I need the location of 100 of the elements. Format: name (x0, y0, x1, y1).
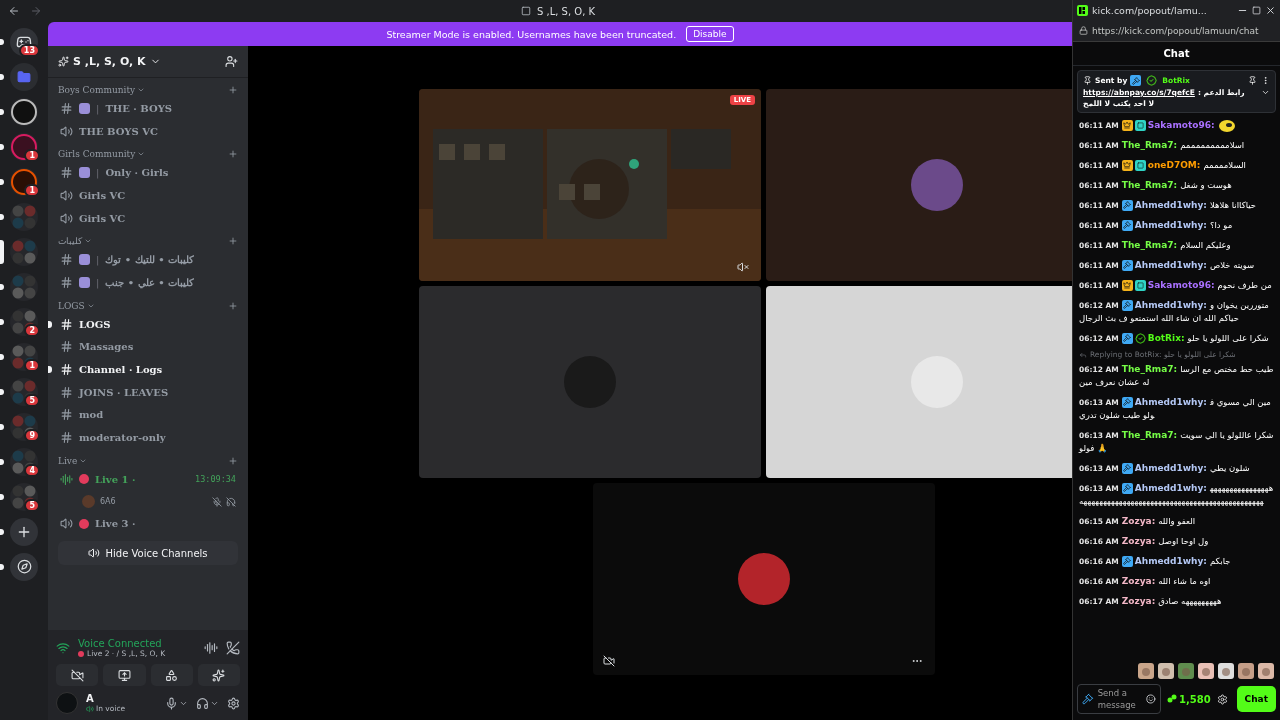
emoji-icon (79, 254, 90, 266)
disable-button[interactable]: Disable (686, 26, 734, 42)
hash-icon (60, 340, 73, 354)
channel-item[interactable]: THE BOYS VC (54, 119, 242, 143)
moderator-badge-icon (1121, 482, 1133, 494)
server-button[interactable] (10, 307, 38, 336)
headphones-icon (196, 696, 209, 710)
voice-channel[interactable]: Live 3 · (54, 512, 242, 536)
add-channel-icon[interactable] (228, 236, 238, 247)
channel-item[interactable]: Girls VC (54, 206, 242, 230)
channel-item[interactable]: | Only · Girls (54, 161, 242, 185)
category-name[interactable]: كليبات (58, 236, 92, 247)
maximize-button[interactable] (1252, 5, 1261, 15)
activities-button[interactable] (150, 664, 193, 686)
hide-voice-channels-button[interactable]: Hide Voice Channels (58, 541, 238, 566)
channel-item[interactable]: | THE · BOYS (54, 97, 242, 120)
category-name[interactable]: LOGS (58, 300, 95, 311)
channel-item[interactable]: Channel · Logs (54, 358, 242, 381)
microphone-icon (165, 696, 178, 710)
points-count: 1,580 (1179, 693, 1211, 705)
more-button[interactable] (1261, 76, 1270, 85)
speaking-icon (60, 472, 73, 486)
unread-badge: 5 (24, 499, 40, 512)
server-button[interactable] (10, 377, 38, 406)
settings-button[interactable] (1216, 693, 1228, 705)
chat-send-button[interactable]: Chat (1236, 686, 1276, 712)
og-badge-icon (1134, 119, 1146, 131)
server-button[interactable] (10, 167, 38, 196)
hash-icon (60, 363, 73, 377)
microphone-button[interactable] (165, 696, 188, 710)
server-button[interactable] (10, 97, 38, 126)
channel-item[interactable]: mod (54, 403, 242, 427)
speaker-icon (60, 124, 73, 138)
server-button[interactable] (10, 412, 38, 441)
signal-icon (56, 641, 70, 655)
server-button[interactable] (10, 552, 38, 581)
moderator-badge-icon (1082, 693, 1094, 705)
message-field[interactable]: Send a message (1097, 685, 1143, 713)
kick-logo-icon (1077, 4, 1088, 16)
camera-off-icon (602, 655, 615, 667)
member-name[interactable]: 6A6 (100, 497, 116, 507)
message-composer[interactable]: Send a message (1077, 684, 1161, 714)
server-button[interactable] (10, 132, 38, 161)
hash-icon (60, 101, 73, 115)
channel-item[interactable]: Massages (54, 335, 242, 359)
add-channel-icon[interactable] (228, 300, 238, 311)
category-name[interactable]: Live (58, 455, 88, 466)
unread-marker (48, 320, 52, 328)
unpin-button[interactable] (1248, 76, 1257, 85)
server-button[interactable] (10, 517, 38, 546)
noise-suppression-button[interactable] (204, 641, 218, 655)
moderator-badge-icon (1121, 199, 1133, 211)
invite-icon[interactable] (225, 55, 238, 68)
category-name[interactable]: Girls Community (58, 149, 146, 160)
server-button[interactable] (10, 447, 38, 476)
emoji-button[interactable] (1146, 694, 1156, 704)
channel-item[interactable]: | كليبات • للتيك • توك (54, 248, 242, 272)
add-channel-icon[interactable] (228, 149, 238, 160)
server-folder-icon (11, 203, 37, 230)
unread-badge: 1 (24, 184, 40, 197)
points-icon (1167, 694, 1177, 704)
window-title: S ,L, S, O, K (536, 5, 596, 17)
unread-badge: 13 (18, 44, 40, 57)
expand-button[interactable] (1261, 88, 1270, 97)
user-avatar (56, 692, 78, 714)
banner-message: Streamer Mode is enabled. Usernames have been truncated. (386, 28, 677, 40)
soundboard-button[interactable] (197, 664, 240, 686)
channel-item[interactable]: Girls VC (54, 184, 242, 207)
voice-status: Voice Connected (78, 638, 163, 649)
headphones-button[interactable] (196, 696, 219, 710)
category-name[interactable]: Boys Community (58, 85, 146, 95)
emoji-icon (79, 167, 90, 179)
settings-button[interactable] (227, 696, 240, 710)
camera-button[interactable] (56, 664, 99, 686)
moderator-badge-icon (1121, 555, 1133, 567)
channel-item[interactable]: LOGS (54, 312, 242, 336)
channel-item[interactable]: JOINS · LEAVES (54, 380, 242, 404)
chevron-down-icon (137, 86, 146, 94)
server-button[interactable] (10, 482, 38, 511)
channel-item[interactable]: | كليبات • علي • جنب (54, 271, 242, 294)
voice-channel[interactable]: Live 1 · 13:09:34 (54, 467, 242, 491)
server-icon (520, 6, 531, 16)
chat-heading: Chat (1163, 48, 1190, 59)
close-button[interactable] (1265, 4, 1276, 16)
screen-share-button[interactable] (103, 664, 146, 686)
channel-item[interactable]: moderator-only (54, 426, 242, 449)
pin-icon (1083, 76, 1092, 85)
server-name[interactable]: S ,L, S, O, K (58, 55, 161, 68)
moderator-badge-icon (1121, 219, 1133, 231)
back-button[interactable] (8, 5, 20, 17)
user-avatar (911, 159, 963, 211)
server-button[interactable] (10, 342, 38, 371)
add-channel-icon[interactable] (228, 455, 238, 466)
hash-icon (60, 253, 73, 267)
reply-icon (1079, 350, 1087, 359)
disconnect-button[interactable] (226, 641, 240, 655)
moderator-badge-icon (1121, 299, 1133, 311)
user-name: A (86, 693, 95, 704)
crown-badge-icon (1121, 119, 1133, 131)
add-channel-icon[interactable] (228, 85, 238, 95)
